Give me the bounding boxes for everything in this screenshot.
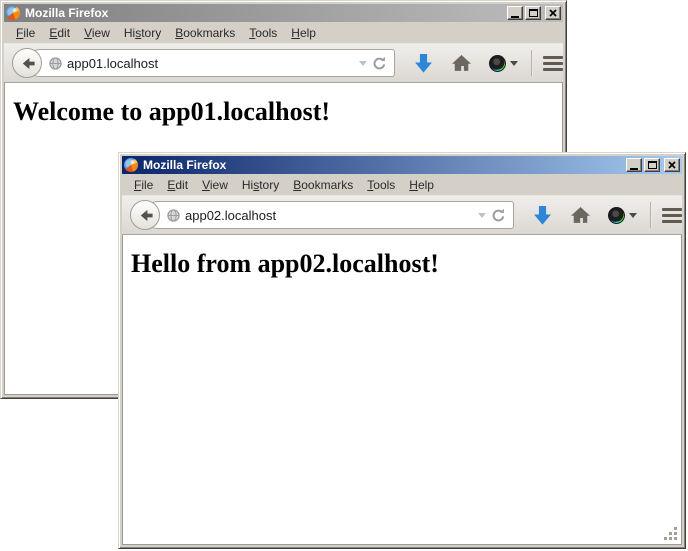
close-icon <box>549 9 557 17</box>
menu-help[interactable]: Help <box>402 176 441 194</box>
page-content: Hello from app02.localhost! <box>122 235 682 545</box>
firefox-icon <box>124 158 138 172</box>
open-menu-button[interactable] <box>543 56 563 71</box>
window-controls <box>507 6 561 20</box>
open-menu-button[interactable] <box>662 208 682 223</box>
download-button[interactable] <box>415 54 432 73</box>
home-button[interactable] <box>571 207 590 224</box>
menu-tools[interactable]: Tools <box>242 24 284 42</box>
minimize-icon <box>630 168 638 170</box>
window-title: Mozilla Firefox <box>23 6 504 20</box>
urlbar-dropdown-icon[interactable] <box>478 213 486 222</box>
back-button[interactable] <box>130 200 160 230</box>
firefox-icon <box>6 6 20 20</box>
menu-edit[interactable]: Edit <box>42 24 77 42</box>
minimize-button[interactable] <box>507 6 523 20</box>
toolbar-separator <box>650 202 651 228</box>
titlebar[interactable]: Mozilla Firefox <box>4 4 563 22</box>
color-wheel-icon <box>489 55 506 72</box>
globe-site-icon <box>49 57 62 70</box>
chevron-down-icon <box>629 213 637 222</box>
browser-window-app02[interactable]: Mozilla Firefox File Edit View History B… <box>118 152 686 549</box>
menu-view[interactable]: View <box>195 176 235 194</box>
menu-tools[interactable]: Tools <box>360 176 402 194</box>
menu-edit[interactable]: Edit <box>160 176 195 194</box>
titlebar[interactable]: Mozilla Firefox <box>122 156 682 174</box>
close-icon <box>668 161 676 169</box>
menu-file[interactable]: File <box>127 176 160 194</box>
urlbar-dropdown-icon[interactable] <box>359 61 367 70</box>
home-button[interactable] <box>452 55 471 72</box>
close-button[interactable] <box>664 158 680 172</box>
globe-site-icon <box>167 209 180 222</box>
reload-icon[interactable] <box>372 56 387 71</box>
window-title: Mozilla Firefox <box>141 158 623 172</box>
addon-button[interactable] <box>608 207 637 224</box>
menu-bar: File Edit View History Bookmarks Tools H… <box>122 174 682 195</box>
menu-view[interactable]: View <box>77 24 117 42</box>
page-heading: Welcome to app01.localhost! <box>13 97 562 127</box>
reload-icon[interactable] <box>491 208 506 223</box>
menu-bookmarks[interactable]: Bookmarks <box>286 176 360 194</box>
menu-help[interactable]: Help <box>284 24 323 42</box>
maximize-button[interactable] <box>525 6 541 20</box>
download-button[interactable] <box>534 206 551 225</box>
resize-grip[interactable] <box>664 527 678 541</box>
hamburger-menu-icon <box>543 56 563 59</box>
url-text[interactable]: app02.localhost <box>185 208 473 223</box>
menu-bar: File Edit View History Bookmarks Tools H… <box>4 22 563 43</box>
maximize-icon <box>648 161 657 169</box>
minimize-button[interactable] <box>626 158 642 172</box>
navigation-toolbar: app02.localhost <box>122 195 682 235</box>
url-bar[interactable]: app02.localhost <box>144 201 514 229</box>
back-icon <box>19 55 36 72</box>
toolbar-separator <box>531 50 532 76</box>
minimize-icon <box>511 16 519 18</box>
menu-history[interactable]: History <box>117 24 168 42</box>
url-text[interactable]: app01.localhost <box>67 56 354 71</box>
addon-button[interactable] <box>489 55 518 72</box>
window-controls <box>626 158 680 172</box>
navigation-toolbar: app01.localhost <box>4 43 563 83</box>
maximize-icon <box>529 9 538 17</box>
color-wheel-icon <box>608 207 625 224</box>
back-button[interactable] <box>12 48 42 78</box>
back-icon <box>137 207 154 224</box>
hamburger-menu-icon <box>662 208 682 211</box>
menu-history[interactable]: History <box>235 176 286 194</box>
maximize-button[interactable] <box>644 158 660 172</box>
chevron-down-icon <box>510 61 518 70</box>
menu-bookmarks[interactable]: Bookmarks <box>168 24 242 42</box>
menu-file[interactable]: File <box>9 24 42 42</box>
page-heading: Hello from app02.localhost! <box>131 249 681 279</box>
close-button[interactable] <box>545 6 561 20</box>
url-bar[interactable]: app01.localhost <box>26 49 395 77</box>
